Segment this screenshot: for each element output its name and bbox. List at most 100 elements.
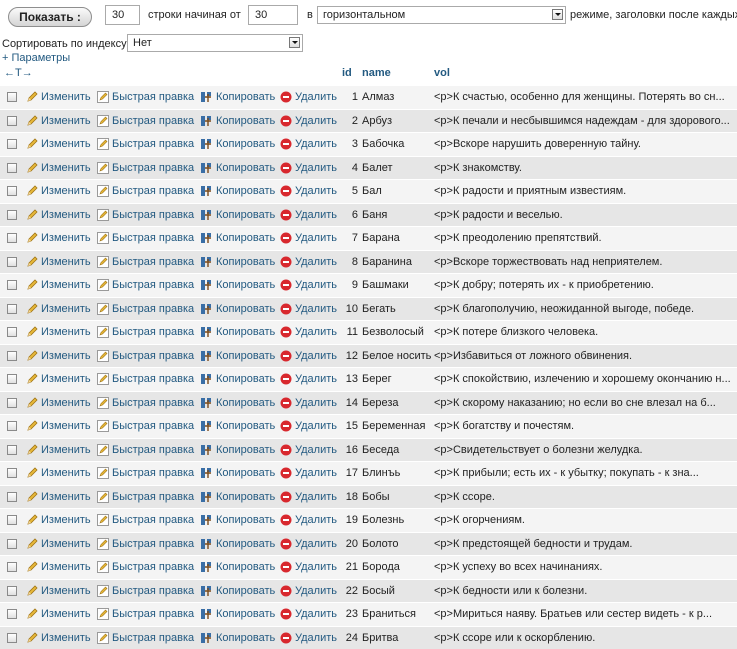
- pencil-icon[interactable]: [26, 209, 38, 221]
- copy-icon[interactable]: [200, 514, 212, 526]
- quick-edit-link[interactable]: Быстрая правка: [112, 185, 194, 197]
- pencil-icon[interactable]: [26, 326, 38, 338]
- delete-icon[interactable]: [280, 491, 292, 503]
- pencil-icon[interactable]: [26, 561, 38, 573]
- delete-link[interactable]: Удалить: [295, 303, 337, 315]
- pencil-icon[interactable]: [26, 162, 38, 174]
- quick-edit-icon[interactable]: [97, 303, 109, 315]
- pencil-icon[interactable]: [26, 585, 38, 597]
- delete-link[interactable]: Удалить: [295, 514, 337, 526]
- row-checkbox[interactable]: [7, 633, 17, 643]
- copy-link[interactable]: Копировать: [216, 538, 275, 550]
- edit-link[interactable]: Изменить: [41, 303, 91, 315]
- pencil-icon[interactable]: [26, 467, 38, 479]
- delete-icon[interactable]: [280, 632, 292, 644]
- copy-link[interactable]: Копировать: [216, 514, 275, 526]
- column-resize-arrows[interactable]: ←T→: [4, 67, 33, 79]
- copy-icon[interactable]: [200, 538, 212, 550]
- edit-link[interactable]: Изменить: [41, 373, 91, 385]
- edit-link[interactable]: Изменить: [41, 326, 91, 338]
- quick-edit-link[interactable]: Быстрая правка: [112, 279, 194, 291]
- delete-icon[interactable]: [280, 561, 292, 573]
- copy-link[interactable]: Копировать: [216, 608, 275, 620]
- quick-edit-icon[interactable]: [97, 232, 109, 244]
- dropdown-arrow-icon[interactable]: [552, 9, 563, 20]
- quick-edit-link[interactable]: Быстрая правка: [112, 350, 194, 362]
- copy-icon[interactable]: [200, 420, 212, 432]
- copy-icon[interactable]: [200, 185, 212, 197]
- copy-icon[interactable]: [200, 608, 212, 620]
- pencil-icon[interactable]: [26, 138, 38, 150]
- row-checkbox[interactable]: [7, 233, 17, 243]
- row-checkbox[interactable]: [7, 398, 17, 408]
- copy-icon[interactable]: [200, 350, 212, 362]
- edit-link[interactable]: Изменить: [41, 397, 91, 409]
- pencil-icon[interactable]: [26, 538, 38, 550]
- quick-edit-link[interactable]: Быстрая правка: [112, 491, 194, 503]
- edit-link[interactable]: Изменить: [41, 185, 91, 197]
- copy-icon[interactable]: [200, 279, 212, 291]
- quick-edit-icon[interactable]: [97, 585, 109, 597]
- quick-edit-icon[interactable]: [97, 538, 109, 550]
- quick-edit-link[interactable]: Быстрая правка: [112, 162, 194, 174]
- quick-edit-icon[interactable]: [97, 632, 109, 644]
- quick-edit-link[interactable]: Быстрая правка: [112, 256, 194, 268]
- copy-icon[interactable]: [200, 138, 212, 150]
- row-checkbox[interactable]: [7, 374, 17, 384]
- quick-edit-link[interactable]: Быстрая правка: [112, 326, 194, 338]
- delete-icon[interactable]: [280, 538, 292, 550]
- quick-edit-link[interactable]: Быстрая правка: [112, 373, 194, 385]
- delete-link[interactable]: Удалить: [295, 632, 337, 644]
- pencil-icon[interactable]: [26, 115, 38, 127]
- delete-link[interactable]: Удалить: [295, 491, 337, 503]
- pencil-icon[interactable]: [26, 420, 38, 432]
- delete-link[interactable]: Удалить: [295, 256, 337, 268]
- quick-edit-link[interactable]: Быстрая правка: [112, 209, 194, 221]
- row-checkbox[interactable]: [7, 492, 17, 502]
- copy-link[interactable]: Копировать: [216, 491, 275, 503]
- pencil-icon[interactable]: [26, 256, 38, 268]
- quick-edit-link[interactable]: Быстрая правка: [112, 303, 194, 315]
- quick-edit-link[interactable]: Быстрая правка: [112, 632, 194, 644]
- delete-link[interactable]: Удалить: [295, 373, 337, 385]
- params-link[interactable]: + Параметры: [2, 52, 70, 64]
- delete-icon[interactable]: [280, 350, 292, 362]
- row-checkbox[interactable]: [7, 445, 17, 455]
- pencil-icon[interactable]: [26, 491, 38, 503]
- quick-edit-icon[interactable]: [97, 138, 109, 150]
- edit-link[interactable]: Изменить: [41, 256, 91, 268]
- quick-edit-icon[interactable]: [97, 561, 109, 573]
- copy-link[interactable]: Копировать: [216, 256, 275, 268]
- edit-link[interactable]: Изменить: [41, 138, 91, 150]
- quick-edit-link[interactable]: Быстрая правка: [112, 397, 194, 409]
- quick-edit-link[interactable]: Быстрая правка: [112, 561, 194, 573]
- copy-link[interactable]: Копировать: [216, 397, 275, 409]
- delete-icon[interactable]: [280, 162, 292, 174]
- delete-link[interactable]: Удалить: [295, 561, 337, 573]
- edit-link[interactable]: Изменить: [41, 232, 91, 244]
- delete-icon[interactable]: [280, 91, 292, 103]
- copy-icon[interactable]: [200, 232, 212, 244]
- edit-link[interactable]: Изменить: [41, 608, 91, 620]
- row-checkbox[interactable]: [7, 327, 17, 337]
- quick-edit-icon[interactable]: [97, 162, 109, 174]
- quick-edit-link[interactable]: Быстрая правка: [112, 585, 194, 597]
- delete-link[interactable]: Удалить: [295, 115, 337, 127]
- quick-edit-icon[interactable]: [97, 397, 109, 409]
- dropdown-arrow-icon[interactable]: [289, 37, 300, 48]
- copy-link[interactable]: Копировать: [216, 232, 275, 244]
- edit-link[interactable]: Изменить: [41, 91, 91, 103]
- quick-edit-link[interactable]: Быстрая правка: [112, 514, 194, 526]
- copy-link[interactable]: Копировать: [216, 444, 275, 456]
- delete-icon[interactable]: [280, 326, 292, 338]
- delete-link[interactable]: Удалить: [295, 185, 337, 197]
- delete-icon[interactable]: [280, 209, 292, 221]
- pencil-icon[interactable]: [26, 514, 38, 526]
- copy-icon[interactable]: [200, 444, 212, 456]
- row-checkbox[interactable]: [7, 515, 17, 525]
- rows-count-input[interactable]: 30: [105, 5, 140, 25]
- copy-icon[interactable]: [200, 162, 212, 174]
- row-checkbox[interactable]: [7, 609, 17, 619]
- row-checkbox[interactable]: [7, 163, 17, 173]
- delete-icon[interactable]: [280, 185, 292, 197]
